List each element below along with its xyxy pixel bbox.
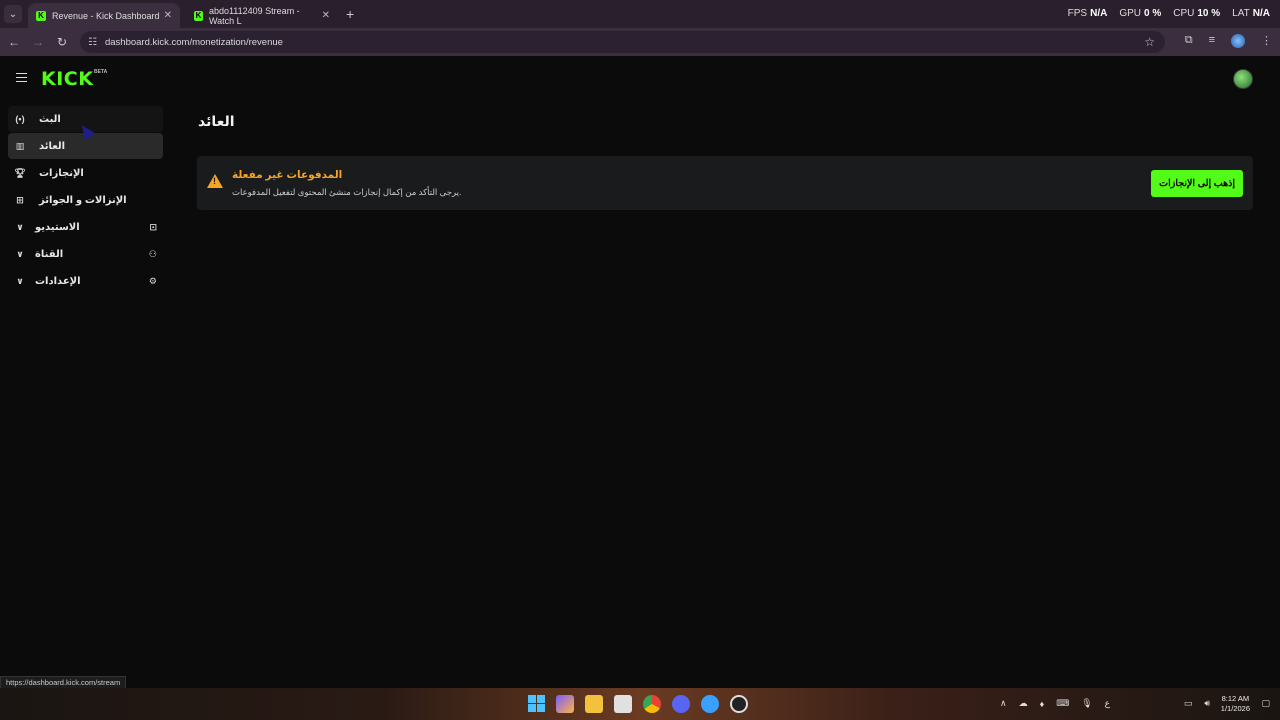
menu-dots-icon[interactable]: ⋮ [1261, 34, 1272, 48]
broadcast-icon: (•) [15, 114, 25, 124]
chevron-down-icon: ∨ [16, 221, 24, 232]
studio-icon: ⊡ [149, 221, 157, 232]
taskbar-apps [528, 695, 748, 713]
profile-icon[interactable] [1231, 34, 1245, 48]
bookmark-star-icon[interactable]: ☆ [1144, 35, 1155, 49]
hamburger-menu-icon[interactable] [16, 73, 27, 82]
notice-title: المدفوعات غير مفعلة [232, 169, 343, 181]
sidebar-item-label: القناة [35, 248, 64, 260]
discord-icon[interactable] [672, 695, 690, 713]
file-explorer-icon[interactable] [585, 695, 603, 713]
fps-label: FPS [1067, 8, 1088, 19]
notice-description: يرجى التأكد من إكمال إنجازات منشئ المحتو… [232, 187, 462, 197]
chevron-down-icon: ∨ [16, 248, 24, 259]
sidebar-item-label: الاستيديو [35, 221, 80, 233]
back-arrow-icon[interactable]: ← [4, 35, 24, 49]
sidebar-item-drops[interactable]: ⊞ الإنزالات و الجوائز [8, 187, 163, 213]
kick-favicon-icon: K [194, 10, 203, 21]
chart-icon: ▥ [15, 140, 25, 151]
keyboard-layout-icon[interactable]: ⌨ [1056, 698, 1069, 709]
system-tray-right: ▭ 🔊︎ [1184, 698, 1210, 709]
drop-icon[interactable]: ♦ [1040, 699, 1045, 709]
toolbar-right-icons: ⧉ ≡ ⋮ [1185, 34, 1272, 48]
sidebar-item-studio[interactable]: ∨ الاستيديو ⊡ [8, 214, 163, 240]
media-controls-icon[interactable]: ≡ [1209, 34, 1215, 48]
browser-app-icon[interactable] [701, 695, 719, 713]
go-to-achievements-button[interactable]: إذهب إلى الإنجازات [1151, 170, 1243, 197]
language-indicator[interactable]: ع [1105, 698, 1110, 709]
browser-toolbar: ← → ↻ ☷ dashboard.kick.com/monetization/… [0, 28, 1280, 56]
gpu-value: 0 % [1144, 8, 1162, 19]
warning-icon [207, 174, 223, 188]
store-icon[interactable] [614, 695, 632, 713]
chevron-up-icon[interactable]: ∧ [1000, 698, 1007, 709]
windows-start-icon[interactable] [528, 695, 545, 712]
notifications-area: ▢ [1261, 698, 1270, 709]
tab-stream[interactable]: K abdo1112409 Stream - Watch L ✕ [186, 3, 338, 28]
screen: ⌄ K Revenue - Kick Dashboard ✕ K abdo111… [0, 0, 1280, 720]
chevron-down-icon: ∨ [16, 275, 24, 286]
network-icon[interactable]: ▭ [1184, 698, 1193, 709]
sidebar-item-label: العائد [39, 140, 66, 152]
sidebar-item-channel[interactable]: ∨ القناة ⚇ [8, 241, 163, 267]
new-tab-plus-icon[interactable]: + [346, 6, 354, 22]
volume-icon[interactable]: 🔊︎ [1204, 698, 1210, 709]
lat-label: LAT [1232, 8, 1250, 19]
sidebar-item-label: الإعدادات [35, 275, 81, 287]
tab-title: abdo1112409 Stream - Watch L [208, 5, 300, 26]
kick-header: KICK BETA [0, 56, 1280, 102]
windows-taskbar: ∧ ☁ ♦ ⌨ 🎙︎ ع ▭ 🔊︎ 8:12 AM 1/1/2026 ▢ [0, 688, 1280, 720]
url-text[interactable]: dashboard.kick.com/monetization/revenue [105, 37, 283, 48]
lat-value: N/A [1252, 8, 1270, 19]
kick-favicon-icon: K [36, 10, 46, 21]
chrome-icon[interactable] [643, 695, 661, 713]
notification-icon[interactable]: ▢ [1261, 698, 1270, 709]
page-title: العائد [198, 113, 235, 129]
cpu-value: 10 % [1197, 8, 1221, 19]
sidebar-item-label: البث [39, 113, 61, 125]
browser-tab-bar: ⌄ K Revenue - Kick Dashboard ✕ K abdo111… [0, 0, 1280, 28]
kick-logo[interactable]: KICK [41, 68, 93, 90]
sidebar-item-label: الإنزالات و الجوائز [39, 194, 127, 206]
tab-revenue[interactable]: K Revenue - Kick Dashboard ✕ [28, 3, 180, 28]
user-avatar[interactable] [1233, 69, 1253, 89]
beta-badge: BETA [94, 69, 108, 75]
gear-icon: ⚙ [148, 275, 157, 286]
sidebar-item-achievements[interactable]: 🏆︎ الإنجازات [8, 160, 163, 186]
payouts-disabled-notice: المدفوعات غير مفعلة يرجى التأكد من إكمال… [197, 156, 1253, 210]
close-icon[interactable]: ✕ [164, 10, 172, 21]
extensions-icon[interactable]: ⧉ [1185, 34, 1193, 48]
reload-icon[interactable]: ↻ [52, 35, 72, 49]
clock-time: 8:12 AM [1221, 694, 1250, 703]
cloud-icon[interactable]: ☁ [1019, 698, 1028, 709]
taskbar-clock[interactable]: 8:12 AM 1/1/2026 [1221, 694, 1250, 714]
close-icon[interactable]: ✕ [322, 10, 330, 21]
site-info-icon[interactable]: ☷ [88, 37, 97, 48]
sidebar-item-settings[interactable]: ∨ الإعدادات ⚙ [8, 268, 163, 294]
channel-icon: ⚇ [148, 248, 157, 259]
sidebar-item-label: الإنجازات [39, 167, 84, 179]
clock-date: 1/1/2026 [1220, 704, 1250, 713]
trophy-icon: 🏆︎ [14, 167, 26, 178]
tab-search-button[interactable]: ⌄ [4, 5, 22, 23]
gpu-label: GPU [1119, 8, 1141, 19]
fps-value: N/A [1090, 8, 1108, 19]
system-tray: ∧ ☁ ♦ ⌨ 🎙︎ ع [1000, 698, 1110, 709]
tab-title: Revenue - Kick Dashboard [52, 10, 160, 21]
performance-overlay: FPS N/A GPU 0 % CPU 10 % LAT N/A [1068, 8, 1270, 19]
obs-icon[interactable] [730, 695, 748, 713]
forward-arrow-icon[interactable]: → [28, 35, 48, 49]
copilot-icon[interactable] [556, 695, 574, 713]
microphone-icon[interactable]: 🎙︎ [1081, 698, 1092, 709]
cpu-label: CPU [1173, 8, 1195, 19]
address-bar[interactable]: ☷ dashboard.kick.com/monetization/revenu… [80, 31, 1165, 53]
gift-icon: ⊞ [16, 194, 24, 205]
